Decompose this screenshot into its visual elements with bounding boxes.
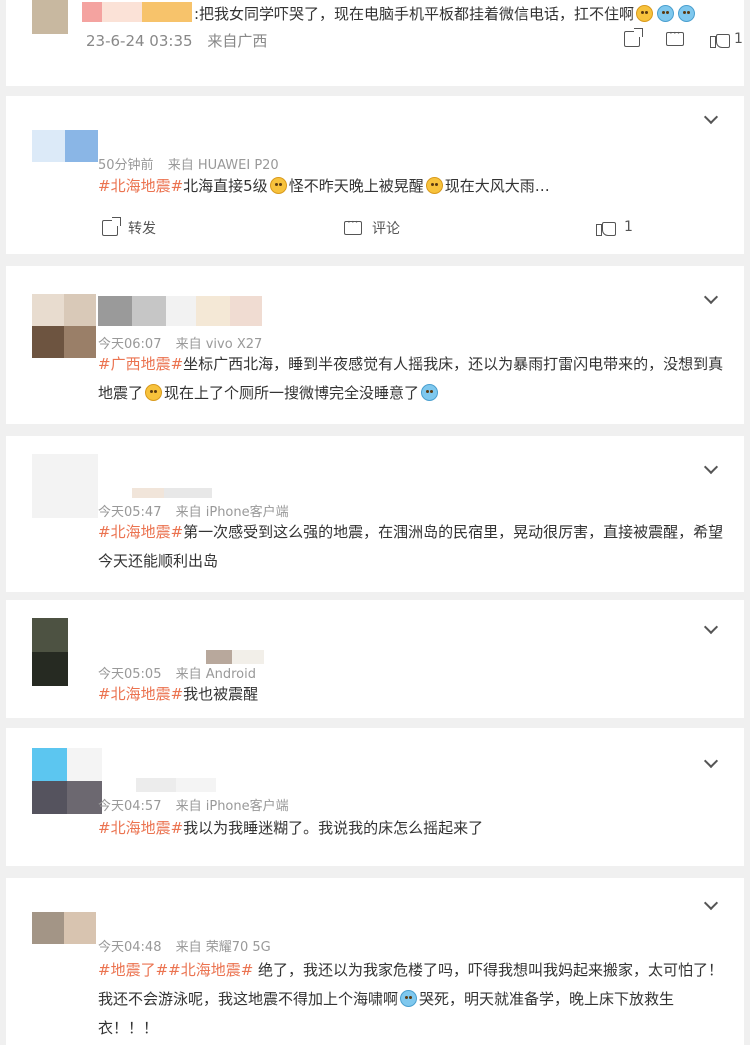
chevron-down-icon[interactable] [703, 895, 719, 911]
comment-actions: 1 [624, 26, 743, 48]
username-redacted[interactable] [132, 488, 212, 498]
repost-button[interactable]: 转发 [102, 217, 156, 238]
comment-meta: 今天04:57 来自 iPhone客户端 [98, 795, 289, 814]
comment-meta: 23-6-24 03:35 来自广西 [86, 30, 267, 51]
hashtag-link[interactable]: #广西地震# [98, 355, 183, 373]
hashtag-link[interactable]: #北海地震# [98, 819, 183, 837]
chevron-down-icon[interactable] [703, 109, 719, 125]
avatar[interactable] [32, 294, 96, 358]
comment-text: #北海地震#第一次感受到这么强的地震，在涠洲岛的民宿里，晃动很厉害，直接被震醒，… [98, 523, 724, 570]
emoji-icon [678, 5, 696, 22]
avatar[interactable] [32, 454, 98, 518]
chevron-down-icon[interactable] [703, 753, 719, 769]
hashtag-link[interactable]: #北海地震# [98, 685, 183, 703]
like-count: 1 [734, 31, 743, 47]
post-actions: 转发 评论 1 [6, 215, 744, 242]
username-redacted[interactable] [98, 296, 262, 326]
hashtag-link[interactable]: #地震了# [98, 961, 168, 979]
timestamp: 50分钟前 [98, 158, 154, 173]
share-icon[interactable] [624, 28, 643, 47]
like-button[interactable]: 1 [710, 30, 743, 48]
hashtag-link[interactable]: #北海地震# [98, 523, 183, 541]
comment-card: 今天04:57 来自 iPhone客户端 #北海地震#我以为我睡迷糊了。我说我的… [6, 728, 744, 866]
username-redacted[interactable] [82, 2, 192, 22]
comment-card: 今天05:47 来自 iPhone客户端 #北海地震#第一次感受到这么强的地震，… [6, 436, 744, 592]
like-button[interactable]: 1 [596, 218, 633, 236]
comment-text: #广西地震#坐标广西北海，睡到半夜感觉有人摇我床，还以为暴雨打雷闪电带来的，没想… [98, 355, 724, 402]
avatar[interactable] [32, 130, 98, 162]
post-card: 50分钟前 来自 HUAWEI P20 #北海地震#北海直接5级 怪不昨天晚上被晃… [6, 96, 744, 254]
username-redacted[interactable] [206, 650, 264, 664]
share-icon [102, 217, 121, 236]
post-text: #北海地震#北海直接5级 怪不昨天晚上被晃醒 现在大风大雨… [98, 177, 550, 195]
comment-text: #地震了##北海地震# 绝了，我还以为我家危楼了吗，吓得我想叫我妈起来搬家，太可… [98, 961, 724, 1037]
top-comment-card: :把我女同学吓哭了，现在电脑手机平板都挂着微信电话，扛不住啊 23-6-24 0… [6, 0, 744, 86]
comment-card: 今天04:48 来自 荣耀70 5G #地震了##北海地震# 绝了，我还以为我家… [6, 878, 744, 1045]
emoji-icon [145, 384, 163, 401]
emoji-icon [657, 5, 675, 22]
comment-card: 今天05:05 来自 Android #北海地震#我也被震醒 [6, 600, 744, 718]
comment-text: #北海地震#我也被震醒 [98, 685, 259, 703]
comment-text: #北海地震#我以为我睡迷糊了。我说我的床怎么摇起来了 [98, 819, 484, 837]
comment-meta: 今天04:48 来自 荣耀70 5G [98, 936, 271, 955]
hashtag-link[interactable]: #北海地震# [98, 177, 183, 195]
avatar[interactable] [32, 0, 68, 34]
timestamp: 今天04:48 [98, 940, 162, 955]
emoji-icon [425, 177, 443, 194]
post-meta: 50分钟前 来自 HUAWEI P20 [98, 154, 279, 173]
emoji-icon [636, 5, 654, 22]
hashtag-link[interactable]: #北海地震# [168, 961, 253, 979]
username-redacted[interactable] [136, 778, 216, 792]
like-icon [596, 218, 616, 236]
comment-icon[interactable] [666, 26, 684, 46]
source: 来自广西 [207, 32, 268, 50]
like-icon [710, 30, 730, 48]
timestamp: 今天04:57 [98, 799, 162, 814]
chevron-down-icon[interactable] [703, 289, 719, 305]
comment-card: 今天06:07 来自 vivo X27 #广西地震#坐标广西北海，睡到半夜感觉有… [6, 266, 744, 424]
emoji-icon [421, 384, 439, 401]
comment-button[interactable]: 评论 [344, 215, 400, 238]
comment-text: :把我女同学吓哭了，现在电脑手机平板都挂着微信电话，扛不住啊 [194, 3, 697, 24]
timestamp: 23-6-24 03:35 [86, 32, 193, 50]
chevron-down-icon[interactable] [703, 619, 719, 635]
avatar[interactable] [32, 618, 68, 686]
source: 来自 HUAWEI P20 [167, 158, 279, 173]
source: 来自 iPhone客户端 [175, 799, 289, 814]
emoji-icon [400, 990, 418, 1007]
avatar[interactable] [32, 748, 102, 814]
chevron-down-icon[interactable] [703, 459, 719, 475]
comment-icon [344, 215, 362, 235]
source: 来自 荣耀70 5G [175, 940, 271, 955]
avatar[interactable] [32, 912, 96, 944]
emoji-icon [269, 177, 287, 194]
